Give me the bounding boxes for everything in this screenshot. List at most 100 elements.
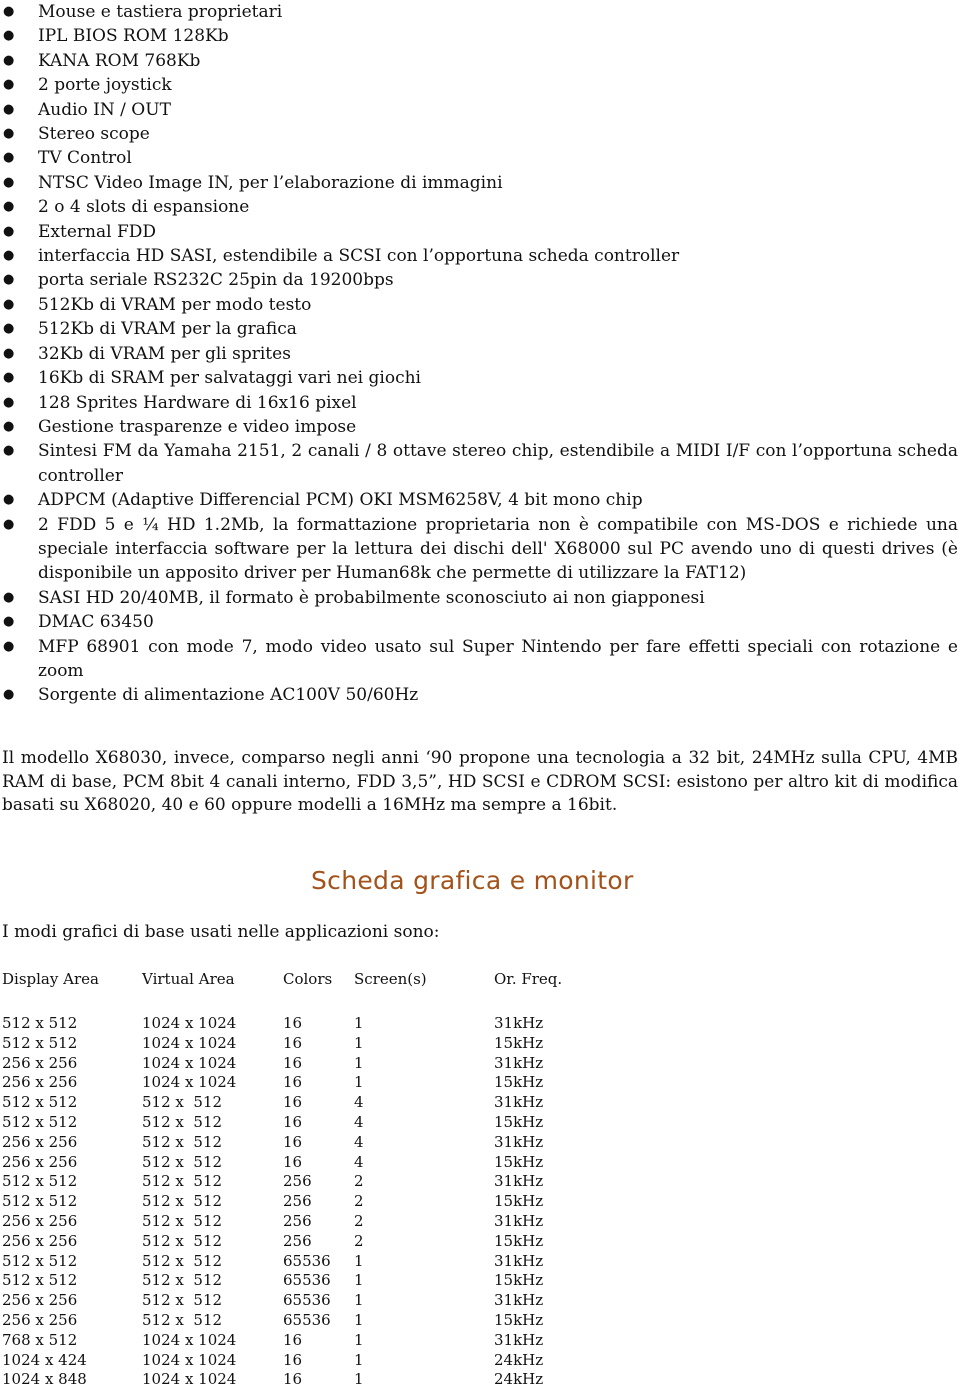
bullet-icon: ● <box>3 443 15 459</box>
feature-item: ● Stereo scope <box>0 122 958 146</box>
cell-display-area: 512 x 512 <box>2 1271 78 1290</box>
cell-freq: 31kHz <box>494 1211 544 1230</box>
feature-item: ● Sorgente di alimentazione AC100V 50/60H… <box>0 683 958 707</box>
cell-colors: 16 <box>283 1053 303 1072</box>
cell-virtual-area: 512 x 512 <box>142 1231 223 1250</box>
cell-freq: 24kHz <box>494 1370 544 1389</box>
cell-display-area: 256 x 256 <box>2 1310 78 1329</box>
cell-colors: 65536 <box>283 1251 331 1270</box>
cell-colors: 16 <box>283 1132 303 1151</box>
cell-screens: 2 <box>354 1172 364 1191</box>
cell-virtual-area: 512 x 512 <box>142 1152 223 1171</box>
feature-text: Stereo scope <box>38 124 150 145</box>
feature-item: ● Gestione trasparenze e video impose <box>0 415 958 439</box>
header-colors: Colors <box>283 970 333 988</box>
cell-display-area: 512 x 512 <box>2 1251 78 1270</box>
cell-colors: 16 <box>283 1014 303 1032</box>
cell-screens: 1 <box>354 1370 364 1389</box>
cell-virtual-area: 512 x 512 <box>142 1310 223 1329</box>
feature-item: ● 16Kb di SRAM per salvataggi vari nei gi… <box>0 366 958 390</box>
cell-virtual-area: 512 x 512 <box>142 1192 223 1211</box>
cell-virtual-area: 512 x 512 <box>142 1132 223 1151</box>
feature-text: 2 o 4 slots di espansione <box>38 197 250 218</box>
feature-text: Audio IN / OUT <box>38 99 171 120</box>
cell-freq: 31kHz <box>494 1014 544 1032</box>
feature-text: Gestione trasparenze e video impose <box>38 416 357 437</box>
cell-colors: 16 <box>283 1112 303 1131</box>
graphics-modes-table: Display Area Virtual Area Colors Screen(… <box>2 968 574 1390</box>
cell-display-area: 256 x 256 <box>2 1132 78 1151</box>
cell-display-area: 768 x 512 <box>2 1330 78 1349</box>
feature-text: KANA ROM 768Kb <box>38 50 201 71</box>
cell-freq: 15kHz <box>494 1112 544 1131</box>
feature-text: Mouse e tastiera proprietari <box>38 2 283 22</box>
feature-item: ● 2 FDD 5 e ¼ HD 1.2Mb, la formattazione … <box>0 513 958 586</box>
bullet-icon: ● <box>3 199 15 215</box>
cell-freq: 31kHz <box>494 1053 544 1072</box>
table-row: 512 x 512 512 x 512 65536 1 15kHz <box>2 1271 574 1291</box>
cell-display-area: 256 x 256 <box>2 1073 78 1092</box>
cell-display-area: 512 x 512 <box>2 1014 78 1032</box>
feature-text: 32Kb di VRAM per gli sprites <box>38 343 291 364</box>
feature-item: ● DMAC 63450 <box>0 610 958 634</box>
feature-item: ● porta seriale RS232C 25pin da 19200bps <box>0 268 958 292</box>
cell-colors: 256 <box>283 1211 312 1230</box>
feature-item: ● 32Kb di VRAM per gli sprites <box>0 342 958 366</box>
feature-item: ● Sintesi FM da Yamaha 2151, 2 canali / 8… <box>0 439 958 488</box>
feature-text: 512Kb di VRAM per modo testo <box>38 294 312 315</box>
feature-text: Sorgente di alimentazione AC100V 50/60Hz <box>38 685 419 706</box>
cell-colors: 16 <box>283 1093 303 1112</box>
bullet-icon: ● <box>3 4 15 19</box>
cell-screens: 2 <box>354 1231 364 1250</box>
section-title: Scheda grafica e monitor <box>311 866 634 895</box>
bullet-icon: ● <box>3 296 15 312</box>
table-row: 256 x 256 512 x 512 65536 1 31kHz <box>2 1291 574 1311</box>
feature-text: IPL BIOS ROM 128Kb <box>38 26 229 47</box>
cell-screens: 1 <box>354 1053 364 1072</box>
cell-virtual-area: 1024 x 1024 <box>142 1073 237 1092</box>
feature-text: DMAC 63450 <box>38 612 154 633</box>
bullet-icon: ● <box>3 52 15 68</box>
cell-screens: 2 <box>354 1211 364 1230</box>
header-screens: Screen(s) <box>354 970 427 988</box>
cell-virtual-area: 1024 x 1024 <box>142 1350 237 1369</box>
table-row: 512 x 512 1024 x 1024 16 1 31kHz <box>2 1014 574 1034</box>
cell-screens: 1 <box>354 1310 364 1329</box>
cell-virtual-area: 512 x 512 <box>142 1291 223 1310</box>
cell-screens: 4 <box>354 1152 364 1171</box>
table-row: 256 x 256 512 x 512 65536 1 15kHz <box>2 1311 574 1331</box>
cell-freq: 15kHz <box>494 1192 544 1211</box>
table-row: 512 x 512 512 x 512 16 4 31kHz <box>2 1093 574 1113</box>
cell-virtual-area: 1024 x 1024 <box>142 1330 237 1349</box>
cell-virtual-area: 1024 x 1024 <box>142 1014 237 1032</box>
bullet-icon: ● <box>3 77 15 93</box>
header-freq: Or. Freq. <box>494 970 563 988</box>
feature-item: ● 2 porte joystick <box>0 73 958 97</box>
cell-freq: 15kHz <box>494 1033 544 1052</box>
cell-colors: 16 <box>283 1330 303 1349</box>
cell-freq: 31kHz <box>494 1330 544 1349</box>
cell-virtual-area: 1024 x 1024 <box>142 1053 237 1072</box>
cell-virtual-area: 512 x 512 <box>142 1172 223 1191</box>
cell-screens: 1 <box>354 1033 364 1052</box>
feature-item: ● ADPCM (Adaptive Differencial PCM) OKI M… <box>0 488 958 512</box>
table-row: 512 x 512 512 x 512 16 4 15kHz <box>2 1113 574 1133</box>
feature-text: ADPCM (Adaptive Differencial PCM) OKI MS… <box>38 490 643 511</box>
table-row: 1024 x 848 1024 x 1024 16 1 24kHz <box>2 1370 574 1390</box>
table-row: 1024 x 424 1024 x 1024 16 1 24kHz <box>2 1351 574 1371</box>
cell-freq: 15kHz <box>494 1231 544 1250</box>
cell-display-area: 512 x 512 <box>2 1093 78 1112</box>
table-row: 256 x 256 1024 x 1024 16 1 15kHz <box>2 1073 574 1093</box>
table-row: 512 x 512 512 x 512 256 2 15kHz <box>2 1192 574 1212</box>
feature-text: 2 FDD 5 e ¼ HD 1.2Mb, la formattazione p… <box>38 514 958 584</box>
cell-freq: 15kHz <box>494 1271 544 1290</box>
bullet-icon: ● <box>3 516 15 532</box>
bullet-icon: ● <box>3 28 15 44</box>
cell-freq: 31kHz <box>494 1132 544 1151</box>
cell-colors: 16 <box>283 1370 303 1389</box>
header-virtual-area: Virtual Area <box>142 970 235 988</box>
feature-list: ● Mouse e tastiera proprietari ● IPL BIOS R… <box>0 0 958 708</box>
cell-freq: 31kHz <box>494 1291 544 1310</box>
cell-freq: 24kHz <box>494 1350 544 1369</box>
feature-text: 128 Sprites Hardware di 16x16 pixel <box>38 392 357 413</box>
